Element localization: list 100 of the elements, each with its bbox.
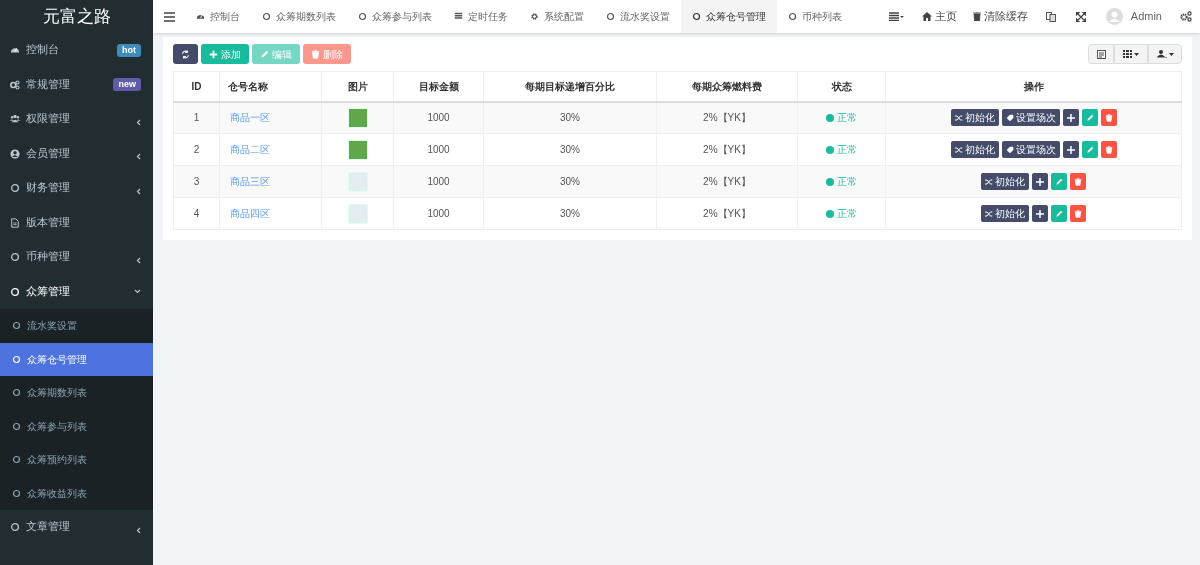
export-button[interactable] xyxy=(1088,44,1114,64)
drag-button[interactable] xyxy=(1062,109,1079,127)
badge: new xyxy=(113,78,141,92)
gauge-icon xyxy=(10,45,20,56)
column-header: 图片 xyxy=(321,71,394,102)
move-icon xyxy=(1036,209,1044,218)
status-text: 正常 xyxy=(837,207,857,221)
submenu-item[interactable]: 众筹收益列表 xyxy=(0,476,153,510)
sidebar-item[interactable]: 众筹管理 xyxy=(0,274,153,309)
submenu-item[interactable]: 流水奖设置 xyxy=(0,309,153,343)
columns-button[interactable] xyxy=(1114,44,1148,64)
circle-icon xyxy=(10,183,20,194)
sidebar-item[interactable]: 权限管理 xyxy=(0,102,153,137)
table-cell: 2%【YK】 xyxy=(656,197,798,230)
shuffle-icon xyxy=(985,209,993,218)
sidebar-item[interactable]: 控制台 hot xyxy=(0,33,153,68)
initialize-button[interactable]: 初始化 xyxy=(950,141,999,158)
thumbnail-placeholder[interactable] xyxy=(347,139,368,160)
delete-button[interactable] xyxy=(1070,205,1086,222)
column-header: 每期众筹燃料费 xyxy=(656,71,798,102)
circle-icon xyxy=(12,388,21,398)
thumbnail-placeholder[interactable] xyxy=(347,107,368,128)
submenu-item[interactable]: 众筹期数列表 xyxy=(0,376,153,410)
nav-tab[interactable]: 控制台 xyxy=(185,0,251,33)
status-text: 正常 xyxy=(837,143,857,157)
delete-button[interactable] xyxy=(1100,109,1117,127)
nav-tab[interactable]: 系统配置 xyxy=(519,0,595,33)
list-caret-icon xyxy=(888,12,904,21)
trash-icon xyxy=(1104,145,1113,154)
chevron-left-icon xyxy=(136,187,141,195)
pencil-icon xyxy=(260,49,269,59)
table-cell: 4 xyxy=(173,197,220,230)
column-header: 每期目标递增百分比 xyxy=(483,71,657,102)
caret-icon xyxy=(1134,52,1139,56)
circle-icon xyxy=(788,12,797,21)
chevron-left-icon xyxy=(136,118,141,126)
delete-button[interactable] xyxy=(1070,173,1086,190)
initialize-button[interactable]: 初始化 xyxy=(950,109,999,127)
submenu-item[interactable]: 众筹仓号管理 xyxy=(0,342,153,376)
circle-icon xyxy=(262,12,271,21)
column-header: ID xyxy=(173,71,220,102)
initialize-button[interactable]: 初始化 xyxy=(981,205,1029,222)
trash-icon xyxy=(1104,113,1113,122)
user-menu[interactable]: Admin xyxy=(1095,0,1172,33)
submenu-item[interactable]: 众筹预约列表 xyxy=(0,443,153,477)
set-session-button[interactable]: 设置场次 xyxy=(1001,141,1060,158)
circle-icon xyxy=(10,252,20,263)
drag-button[interactable] xyxy=(1032,173,1048,190)
pencil-icon xyxy=(1085,145,1094,154)
grid-icon xyxy=(1123,50,1132,58)
drag-button[interactable] xyxy=(1062,141,1079,158)
sidebar-item[interactable]: 文章管理 xyxy=(0,510,153,545)
nav-tab[interactable]: 众筹仓号管理 xyxy=(681,0,777,33)
gauge-icon xyxy=(196,12,205,21)
sidebar-item[interactable]: 会员管理 xyxy=(0,136,153,171)
shuffle-icon xyxy=(954,145,963,154)
thumbnail-placeholder[interactable] xyxy=(347,171,368,192)
column-header: 操作 xyxy=(885,71,1182,102)
chevron-down-icon xyxy=(134,289,141,295)
nav-tab[interactable]: 众筹参与列表 xyxy=(347,0,443,33)
drag-button[interactable] xyxy=(1032,205,1048,222)
pencil-icon xyxy=(1055,209,1063,218)
move-icon xyxy=(1036,177,1044,186)
chevron-left-icon xyxy=(136,256,141,264)
home-link[interactable]: 主页 xyxy=(913,0,965,33)
trash-icon xyxy=(1074,209,1082,218)
nav-tab[interactable]: 定时任务 xyxy=(443,0,519,33)
delete-button[interactable] xyxy=(1100,141,1117,158)
refresh-icon xyxy=(181,49,190,59)
column-header: 状态 xyxy=(797,71,886,102)
initialize-button[interactable]: 初始化 xyxy=(981,173,1029,190)
nav-tab[interactable]: 币种列表 xyxy=(777,0,853,33)
file-icon xyxy=(10,217,20,228)
fullscreen-icon xyxy=(1075,11,1086,22)
nav-tab[interactable]: 众筹期数列表 xyxy=(251,0,347,33)
circle-icon xyxy=(358,12,367,21)
trash-icon xyxy=(1074,177,1082,186)
circle-icon xyxy=(10,522,20,533)
users-icon xyxy=(10,114,20,125)
submenu-item[interactable]: 众筹参与列表 xyxy=(0,409,153,443)
export-menu-button[interactable] xyxy=(1148,44,1182,64)
user-circle-icon xyxy=(10,148,20,159)
circle-icon xyxy=(606,12,615,21)
column-header: 目标金额 xyxy=(393,71,484,102)
shuffle-icon xyxy=(985,177,993,186)
thumbnail-placeholder[interactable] xyxy=(347,203,368,224)
nav-tab[interactable]: 流水奖设置 xyxy=(595,0,681,33)
sidebar-item[interactable]: 财务管理 xyxy=(0,171,153,206)
sidebar-item[interactable]: 版本管理 xyxy=(0,205,153,240)
sidebar-item[interactable]: 币种管理 xyxy=(0,240,153,275)
set-session-button[interactable]: 设置场次 xyxy=(1001,109,1060,127)
tag-icon xyxy=(1005,113,1014,122)
circle-icon xyxy=(12,421,21,431)
clear-cache-button[interactable]: 清除缓存 xyxy=(964,0,1036,33)
chevron-left-icon xyxy=(136,526,141,534)
sidebar-item[interactable]: 常规管理 new xyxy=(0,67,153,102)
status-text: 正常 xyxy=(837,175,857,189)
pencil-icon xyxy=(1085,113,1094,122)
refresh-button[interactable] xyxy=(173,44,198,64)
gear-icon xyxy=(530,12,539,21)
